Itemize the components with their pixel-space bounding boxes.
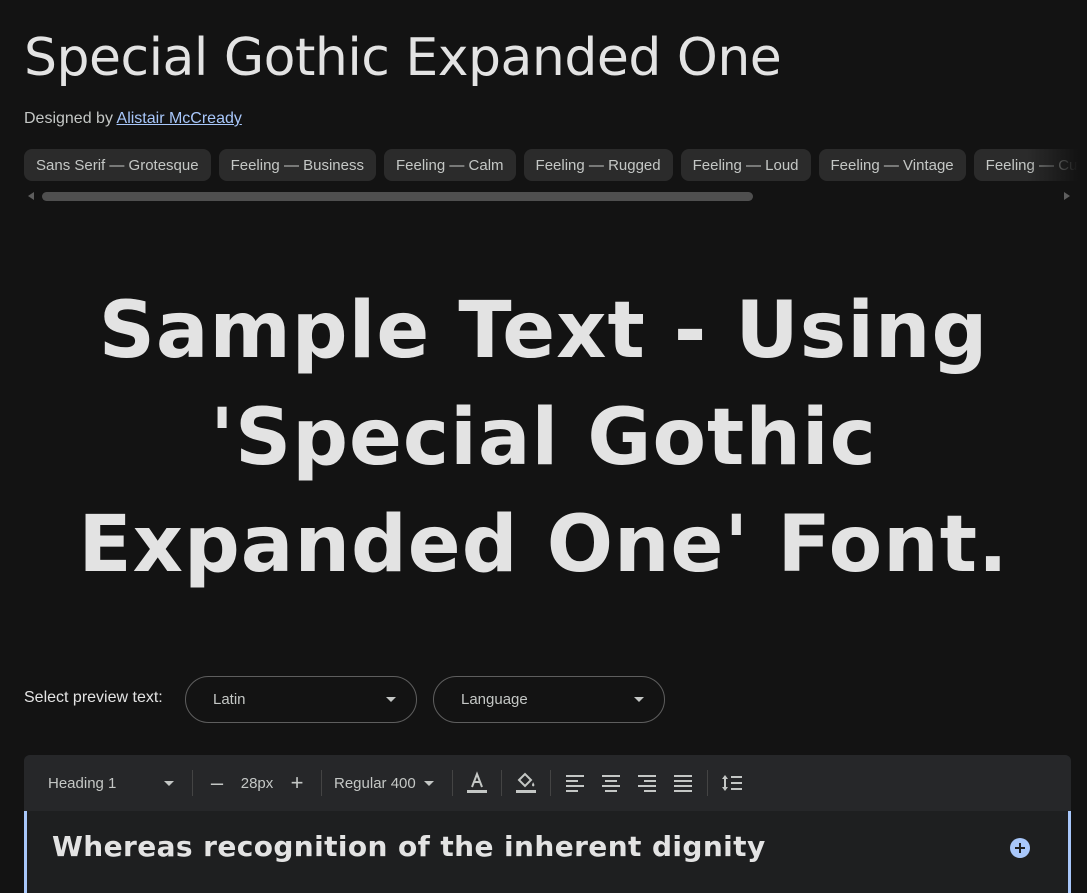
editable-preview-area[interactable]: Whereas recognition of the inherent dign… — [24, 811, 1071, 893]
add-style-button[interactable] — [1010, 838, 1030, 858]
chip-row-fade — [1027, 149, 1087, 182]
toolbar-divider — [192, 770, 193, 796]
caret-down-icon — [423, 780, 434, 786]
sample-text: Sample Text - Using 'Special Gothic Expa… — [0, 278, 1087, 599]
preview-text-label: Select preview text: — [24, 689, 163, 706]
sample-text-line: 'Special Gothic — [210, 393, 877, 483]
editable-preview-text[interactable]: Whereas recognition of the inherent dign… — [52, 830, 766, 863]
toolbar-divider — [500, 770, 502, 796]
text-color-button[interactable] — [459, 765, 495, 801]
designer-line: Designed by Alistair McCready — [24, 110, 242, 128]
align-justify-icon — [673, 775, 692, 792]
tag-chip[interactable]: Feeling — Loud — [680, 149, 811, 181]
designer-link[interactable]: Alistair McCready — [117, 110, 242, 127]
fill-color-icon — [515, 772, 536, 793]
toolbar-divider — [321, 770, 322, 796]
tag-chip[interactable]: Sans Serif — Grotesque — [24, 149, 211, 181]
align-left-icon — [565, 775, 584, 792]
language-select-value: Language — [461, 691, 528, 708]
tag-chip[interactable]: Feeling — Rugged — [523, 149, 673, 181]
align-center-icon — [601, 775, 620, 792]
language-select[interactable]: Language — [433, 676, 665, 723]
line-height-icon — [721, 775, 742, 791]
increase-size-button[interactable]: + — [279, 765, 315, 801]
text-color-icon — [466, 771, 487, 793]
text-style-value: Heading 1 — [48, 774, 117, 792]
script-select-value: Latin — [213, 691, 246, 708]
font-title: Special Gothic Expanded One — [24, 28, 782, 88]
chip-row-scrollbar[interactable] — [24, 188, 1074, 204]
tag-chip[interactable]: Feeling — Business — [218, 149, 376, 181]
text-editor: Heading 1 – 28px + Regular 400 Whereas r… — [24, 755, 1071, 893]
designed-by-prefix: Designed by — [24, 110, 113, 127]
script-select[interactable]: Latin — [185, 676, 417, 723]
plus-icon — [1015, 843, 1025, 853]
sample-text-line: Expanded One' Font. — [78, 500, 1009, 590]
toolbar-divider — [706, 770, 708, 796]
sample-text-line: Sample Text - Using — [98, 286, 989, 376]
align-left-button[interactable] — [557, 765, 593, 801]
font-weight-value: Regular 400 — [334, 774, 416, 792]
line-height-button[interactable] — [714, 765, 750, 801]
tag-chip[interactable]: Feeling — Calm — [383, 149, 516, 181]
tag-chip[interactable]: Feeling — Vintage — [818, 149, 966, 181]
editor-toolbar: Heading 1 – 28px + Regular 400 — [24, 755, 1071, 811]
align-justify-button[interactable] — [665, 765, 701, 801]
caret-down-icon — [164, 780, 174, 786]
decrease-size-button[interactable]: – — [199, 765, 235, 801]
align-right-icon — [637, 775, 656, 792]
align-right-button[interactable] — [629, 765, 665, 801]
highlight-color-button[interactable] — [508, 765, 544, 801]
font-size-value: 28px — [240, 774, 274, 792]
scrollbar-thumb[interactable] — [42, 192, 753, 201]
align-center-button[interactable] — [593, 765, 629, 801]
font-specimen-page: Special Gothic Expanded One Designed by … — [0, 0, 1087, 893]
text-style-select[interactable]: Heading 1 — [36, 775, 186, 792]
scroll-right-arrow-icon[interactable] — [1064, 192, 1070, 200]
toolbar-divider — [451, 770, 453, 796]
font-weight-select[interactable]: Regular 400 — [328, 775, 446, 792]
toolbar-divider — [549, 770, 551, 796]
caret-down-icon — [386, 697, 396, 702]
scroll-left-arrow-icon[interactable] — [28, 192, 34, 200]
tag-chip-row[interactable]: Sans Serif — Grotesque Feeling — Busines… — [24, 149, 1087, 182]
caret-down-icon — [634, 697, 644, 702]
